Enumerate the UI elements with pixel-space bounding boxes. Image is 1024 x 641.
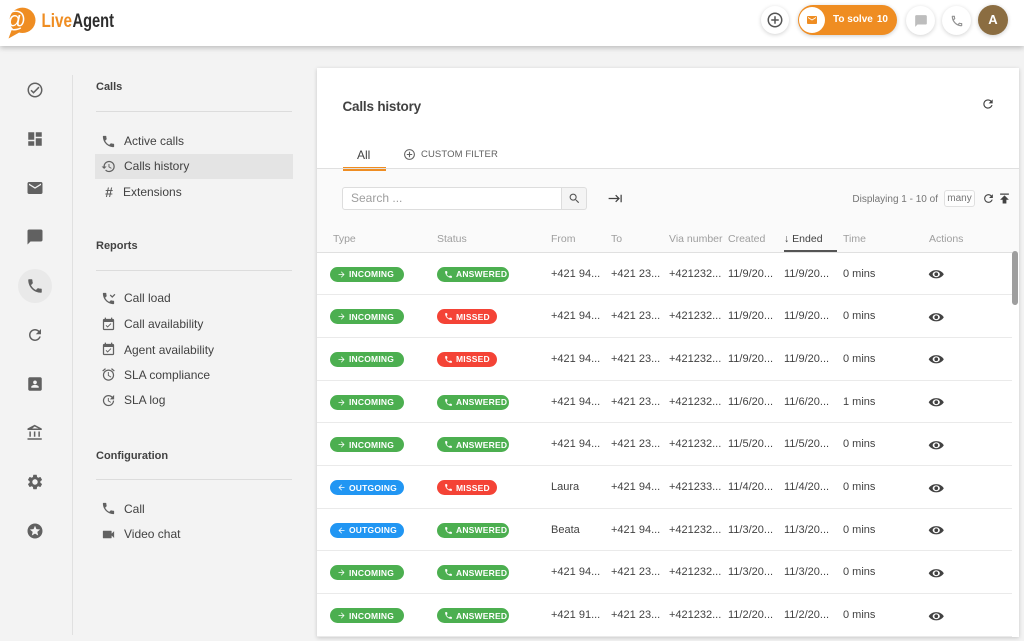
svg-text:@: @ [3,7,26,33]
svg-text:Agent: Agent [73,11,115,32]
svg-text:Live: Live [42,11,73,32]
